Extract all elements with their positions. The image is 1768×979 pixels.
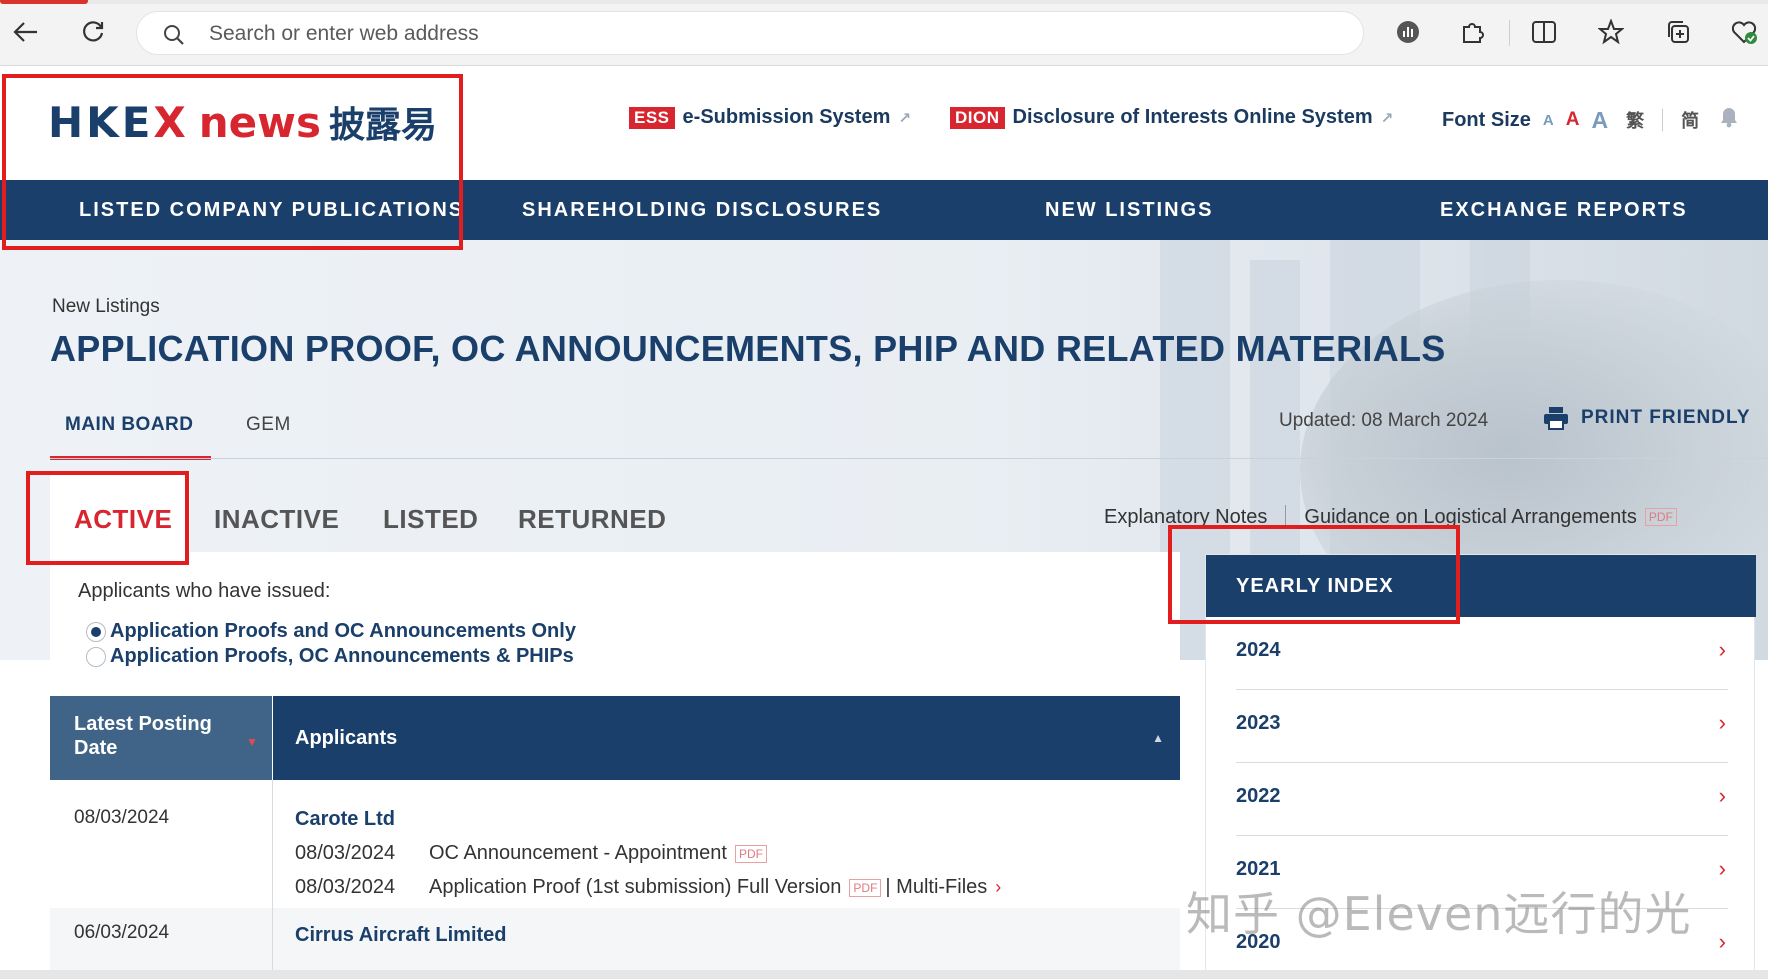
collections-icon[interactable] xyxy=(1662,16,1694,48)
nav-new-listings[interactable]: NEW LISTINGS xyxy=(1045,180,1213,240)
chevron-right-icon: › xyxy=(1718,929,1726,954)
column-header-date[interactable]: Latest Posting Date ▼ xyxy=(50,696,272,780)
font-size-small-button[interactable]: A xyxy=(1543,112,1554,129)
extension-icon[interactable] xyxy=(1392,16,1424,48)
tab-gem[interactable]: GEM xyxy=(246,410,291,460)
font-size-control: Font Size A A A 繁 简 xyxy=(1442,106,1739,134)
document-date: 08/03/2024 xyxy=(295,842,396,864)
browser-essentials-icon[interactable] xyxy=(1728,16,1760,48)
radio-option-proofs-oc[interactable]: Application Proofs and OC Announcements … xyxy=(86,620,576,643)
browser-toolbar: Search or enter web address xyxy=(0,0,1768,66)
chevron-right-icon: › xyxy=(1718,856,1726,881)
sort-desc-icon[interactable]: ▼ xyxy=(246,730,258,754)
dion-label: Disclosure of Interests Online System xyxy=(1012,106,1373,128)
year-item[interactable]: 2024 › xyxy=(1236,617,1728,690)
year-label: 2023 xyxy=(1236,712,1281,734)
chevron-right-icon: › xyxy=(1718,637,1726,662)
watermark-text: 知乎 @Eleven远行的光 xyxy=(1186,887,1692,941)
toolbar-divider xyxy=(1509,20,1510,46)
pdf-icon[interactable]: PDF xyxy=(734,844,767,863)
tab-inactive[interactable]: INACTIVE xyxy=(214,472,339,552)
sort-asc-icon[interactable]: ▲ xyxy=(1152,696,1164,780)
lang-simplified-button[interactable]: 简 xyxy=(1681,107,1699,133)
column-header-applicants[interactable]: Applicants ▲ xyxy=(273,696,1180,780)
split-screen-icon[interactable] xyxy=(1528,16,1560,48)
puzzle-icon[interactable] xyxy=(1456,16,1488,48)
company-name[interactable]: Cirrus Aircraft Limited xyxy=(295,924,507,947)
row-date: 08/03/2024 xyxy=(74,807,170,828)
filter-panel: Applicants who have issued: Application … xyxy=(50,552,1180,674)
year-item[interactable]: 2023 › xyxy=(1236,690,1728,763)
year-label: 2022 xyxy=(1236,785,1281,807)
document-date: 08/03/2024 xyxy=(295,876,396,898)
tab-returned[interactable]: RETURNED xyxy=(518,472,666,552)
table-row: 06/03/2024 Cirrus Aircraft Limited xyxy=(50,908,1180,979)
active-tab-indicator xyxy=(0,0,88,4)
external-link-icon: ↗ xyxy=(898,109,911,127)
print-friendly-label: PRINT FRIENDLY xyxy=(1581,407,1751,428)
annotation-box-logo-nav xyxy=(2,74,463,250)
radio-label: Application Proofs and OC Announcements … xyxy=(110,620,576,642)
pdf-icon[interactable]: PDF xyxy=(849,878,882,897)
chevron-right-icon: › xyxy=(1718,783,1726,808)
refresh-icon[interactable] xyxy=(75,14,111,50)
document-line: 08/03/2024 Application Proof (1st submis… xyxy=(295,876,1001,899)
tab-underline-rule xyxy=(50,458,1768,459)
table-row: 08/03/2024 Carote Ltd 08/03/2024 OC Anno… xyxy=(50,780,1180,908)
breadcrumb[interactable]: New Listings xyxy=(52,296,160,318)
radio-button-selected[interactable] xyxy=(86,621,106,642)
tab-main-board[interactable]: MAIN BOARD xyxy=(50,410,211,460)
radio-option-proofs-oc-phip[interactable]: Application Proofs, OC Announcements & P… xyxy=(86,645,574,668)
document-link[interactable]: Application Proof (1st submission) Full … xyxy=(429,876,841,899)
tab-strip xyxy=(0,0,1768,4)
tab-listed[interactable]: LISTED xyxy=(383,472,478,552)
document-line: 08/03/2024 OC Announcement - Appointment… xyxy=(295,842,767,865)
search-icon xyxy=(163,24,185,51)
multi-files-link[interactable]: | Multi-Files xyxy=(885,876,987,899)
ess-badge: ESS xyxy=(629,106,675,129)
font-size-large-button[interactable]: A xyxy=(1591,107,1608,134)
nav-shareholding-disclosures[interactable]: SHAREHOLDING DISCLOSURES xyxy=(522,180,882,240)
ess-label: e-Submission System xyxy=(682,106,891,128)
company-name[interactable]: Carote Ltd xyxy=(295,808,395,831)
back-arrow-icon[interactable] xyxy=(8,14,44,50)
annotation-box-yearly-index xyxy=(1168,525,1460,624)
font-size-medium-button[interactable]: A xyxy=(1566,109,1580,131)
annotation-box-active-tab xyxy=(26,471,189,565)
window-bottom-edge xyxy=(0,970,1768,979)
print-friendly-button[interactable]: PRINT FRIENDLY xyxy=(1543,406,1751,430)
radio-label: Application Proofs, OC Announcements & P… xyxy=(110,645,574,667)
row-date: 06/03/2024 xyxy=(74,922,170,943)
year-label: 2024 xyxy=(1236,639,1281,661)
address-placeholder: Search or enter web address xyxy=(209,22,479,45)
address-bar[interactable]: Search or enter web address xyxy=(136,11,1364,55)
notification-bell-icon[interactable] xyxy=(1719,106,1739,134)
lang-divider xyxy=(1662,109,1664,131)
year-item[interactable]: 2022 › xyxy=(1236,763,1728,836)
column-header-applicants-label: Applicants xyxy=(295,727,398,749)
document-link[interactable]: OC Announcement - Appointment xyxy=(429,842,727,865)
dion-badge: DION xyxy=(950,106,1005,129)
ess-link[interactable]: ESS e-Submission System ↗ xyxy=(629,106,911,129)
page-title: APPLICATION PROOF, OC ANNOUNCEMENTS, PHI… xyxy=(50,328,1446,369)
nav-exchange-reports[interactable]: EXCHANGE REPORTS xyxy=(1440,180,1688,240)
favorite-star-icon[interactable] xyxy=(1595,16,1627,48)
filter-label: Applicants who have issued: xyxy=(78,580,331,602)
row-content: Cirrus Aircraft Limited xyxy=(273,908,1180,979)
dion-link[interactable]: DION Disclosure of Interests Online Syst… xyxy=(950,106,1393,129)
external-link-icon: ↗ xyxy=(1380,109,1394,127)
lang-traditional-button[interactable]: 繁 xyxy=(1626,107,1644,133)
updated-date: Updated: 08 March 2024 xyxy=(1279,410,1489,431)
pdf-icon: PDF xyxy=(1644,508,1677,526)
radio-button[interactable] xyxy=(86,646,106,667)
printer-icon xyxy=(1544,407,1568,430)
row-content: Carote Ltd 08/03/2024 OC Announcement - … xyxy=(273,780,1180,908)
chevron-right-icon: › xyxy=(1718,710,1726,735)
column-header-date-label: Latest Posting Date xyxy=(74,713,212,759)
chevron-right-icon[interactable]: › xyxy=(995,877,1001,898)
font-size-label: Font Size xyxy=(1442,108,1531,131)
